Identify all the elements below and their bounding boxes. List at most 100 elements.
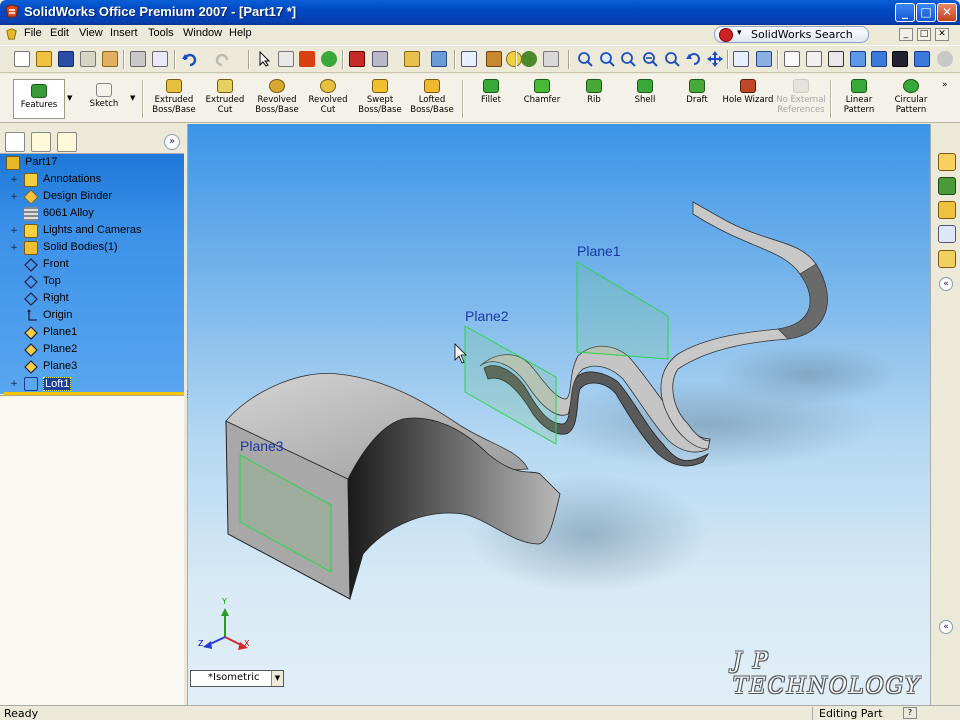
section-view-icon[interactable]	[914, 51, 930, 67]
print-preview-icon[interactable]	[152, 51, 168, 67]
revolved-boss-button[interactable]: Revolved Boss/Base	[252, 79, 302, 115]
minimize-button[interactable]: _	[895, 3, 915, 22]
undo-icon[interactable]	[182, 51, 198, 67]
tree-item-plane2[interactable]: Plane2	[0, 342, 184, 358]
search-icon[interactable]	[938, 225, 956, 243]
instant3d-icon[interactable]	[431, 51, 447, 67]
design-library-icon[interactable]	[938, 177, 956, 195]
save-icon[interactable]	[58, 51, 74, 67]
tree-item-annotations[interactable]: + Annotations	[0, 172, 184, 188]
tab-features[interactable]: Features	[13, 79, 65, 119]
expand-icon[interactable]: +	[9, 175, 19, 185]
expand-icon[interactable]: +	[9, 226, 19, 236]
property-manager-tab-icon[interactable]	[31, 132, 51, 152]
hole-wizard-button[interactable]: Hole Wizard	[722, 79, 774, 105]
tree-item-solid-bodies[interactable]: + Solid Bodies(1)	[0, 240, 184, 256]
sketch-relations-icon[interactable]	[543, 51, 559, 67]
help-icon[interactable]	[506, 51, 522, 67]
hidden-lines-visible-icon[interactable]	[806, 51, 822, 67]
print-icon[interactable]	[130, 51, 146, 67]
select-other-icon[interactable]	[278, 51, 294, 67]
rib-button[interactable]: Rib	[574, 79, 614, 105]
status-help-icon[interactable]: ?	[903, 707, 917, 719]
expand-icon[interactable]: +	[9, 192, 19, 202]
chamfer-button[interactable]: Chamfer	[520, 79, 564, 105]
revolved-cut-button[interactable]: Revolved Cut	[304, 79, 352, 115]
shaded-icon[interactable]	[871, 51, 887, 67]
reference-geometry-icon[interactable]	[461, 51, 477, 67]
make-assembly-icon[interactable]	[102, 51, 118, 67]
zoom-fit-icon[interactable]	[599, 51, 615, 67]
close-button[interactable]: ✕	[937, 3, 957, 22]
tree-item-loft1[interactable]: + Loft1	[0, 376, 184, 392]
collapse-task-pane-icon[interactable]: «	[939, 277, 953, 291]
chevron-right-icon[interactable]: »	[942, 80, 948, 90]
document-menu-icon[interactable]	[4, 27, 19, 42]
menu-help[interactable]: Help	[229, 27, 252, 39]
expand-panel-icon[interactable]: »	[164, 134, 180, 150]
edit-appearance-icon[interactable]	[486, 51, 502, 67]
file-explorer-icon[interactable]	[938, 201, 956, 219]
graphics-area[interactable]: Y X Z Plane1 Plane2 Plane3 *Isometric ▼ …	[188, 124, 930, 705]
tree-item-right[interactable]: Right	[0, 291, 184, 307]
plane2-label[interactable]: Plane2	[465, 308, 509, 324]
plane3-label[interactable]: Plane3	[240, 438, 284, 454]
hidden-lines-removed-icon[interactable]	[828, 51, 844, 67]
menu-tools[interactable]: Tools	[148, 27, 174, 39]
options-icon[interactable]	[372, 51, 388, 67]
previous-view-icon[interactable]	[577, 51, 593, 67]
zoom-in-out-icon[interactable]	[642, 51, 658, 67]
select-cursor-icon[interactable]	[256, 50, 272, 67]
new-document-icon[interactable]	[14, 51, 30, 67]
menu-edit[interactable]: Edit	[50, 27, 69, 39]
zoom-area-icon[interactable]	[620, 51, 636, 67]
make-drawing-icon[interactable]	[80, 51, 96, 67]
plane1-label[interactable]: Plane1	[577, 243, 621, 259]
shaded-with-edges-icon[interactable]	[850, 51, 866, 67]
menu-view[interactable]: View	[79, 27, 103, 39]
tree-item-design-binder[interactable]: + Design Binder	[0, 189, 184, 205]
tree-item-front[interactable]: Front	[0, 257, 184, 273]
feature-manager-tab-icon[interactable]	[5, 132, 25, 152]
tree-item-lights-cameras[interactable]: + Lights and Cameras	[0, 223, 184, 239]
lofted-boss-button[interactable]: Lofted Boss/Base	[407, 79, 457, 115]
plane2-outline[interactable]	[464, 325, 557, 445]
tree-item-root[interactable]: Part17	[0, 155, 184, 171]
realview-icon[interactable]	[937, 51, 953, 67]
solidworks-search-box[interactable]: ▾ SolidWorks Search	[714, 26, 869, 43]
shadows-icon[interactable]	[892, 51, 908, 67]
plane1-outline[interactable]	[576, 261, 669, 360]
fillet-xpert-icon[interactable]	[521, 51, 537, 67]
chevron-down-icon[interactable]: ▾	[737, 28, 742, 38]
doc-close-button[interactable]: ✕	[935, 28, 949, 41]
chevron-down-icon[interactable]: ▼	[271, 671, 283, 686]
expand-icon[interactable]: +	[9, 243, 19, 253]
rotate-view-icon[interactable]	[686, 51, 702, 67]
expand-task-pane-icon[interactable]: «	[939, 620, 953, 634]
maximize-button[interactable]: □	[916, 3, 936, 22]
open-folder-icon[interactable]	[36, 51, 52, 67]
swept-boss-button[interactable]: Swept Boss/Base	[355, 79, 405, 115]
no-external-references-button[interactable]: No External References	[775, 79, 827, 115]
redo-icon[interactable]	[214, 51, 230, 67]
wireframe-icon[interactable]	[784, 51, 800, 67]
extruded-boss-button[interactable]: Extruded Boss/Base	[147, 79, 201, 115]
configuration-manager-tab-icon[interactable]	[57, 132, 77, 152]
menu-window[interactable]: Window	[183, 27, 222, 39]
view-palette-icon[interactable]	[938, 250, 956, 268]
tree-item-plane1[interactable]: Plane1	[0, 325, 184, 341]
tree-item-top[interactable]: Top	[0, 274, 184, 290]
grid-icon[interactable]	[349, 51, 365, 67]
rebuild-icon[interactable]	[321, 51, 337, 67]
tree-item-material[interactable]: 6061 Alloy	[0, 206, 184, 222]
draft-button[interactable]: Draft	[677, 79, 717, 105]
sketch-icon[interactable]	[299, 51, 315, 67]
zoom-selection-icon[interactable]	[664, 51, 680, 67]
home-icon[interactable]	[938, 153, 956, 171]
chevron-down-icon[interactable]: ▼	[67, 94, 72, 102]
save-as-icon[interactable]	[404, 51, 420, 67]
menu-file[interactable]: File	[24, 27, 42, 39]
circular-pattern-button[interactable]: Circular Pattern	[888, 79, 934, 115]
chevron-down-icon[interactable]: ▼	[130, 94, 135, 102]
tree-item-plane3[interactable]: Plane3	[0, 359, 184, 375]
